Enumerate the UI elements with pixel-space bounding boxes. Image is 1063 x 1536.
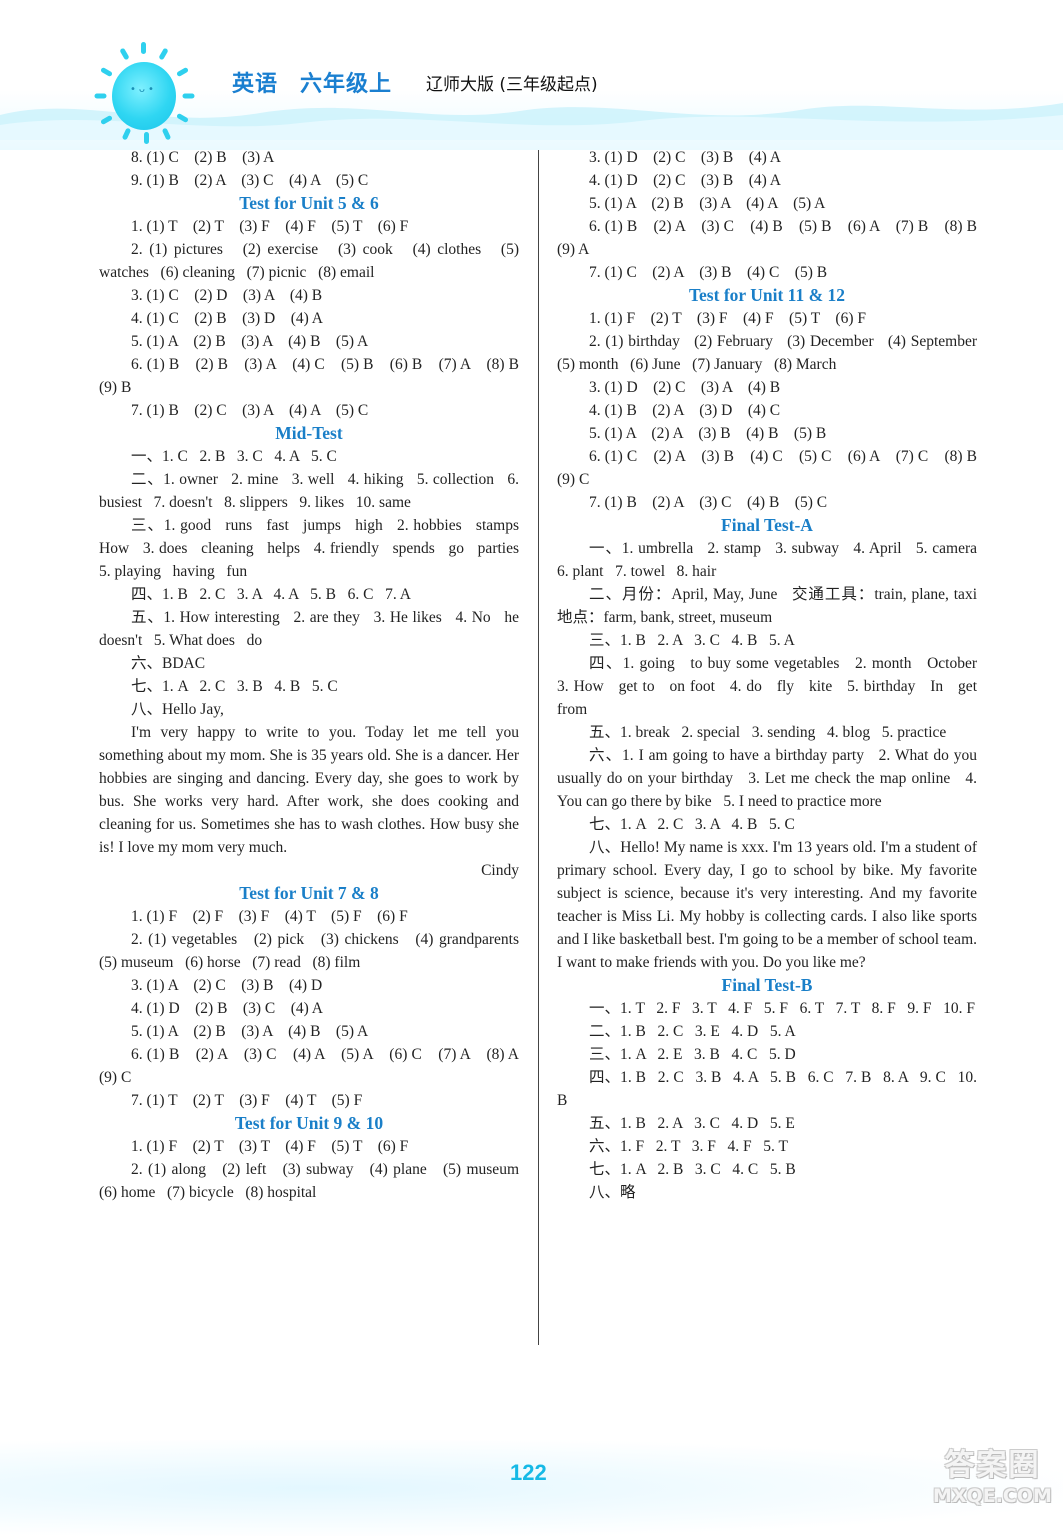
- answer-line: 7. (1) B (2) A (3) C (4) B (5) C: [589, 494, 828, 511]
- answer-line: 七、1. A 2. C 3. A 4. B 5. C: [589, 816, 795, 833]
- answer-line: 1. (1) F (2) T (3) T (4) F (5) T (6) F: [131, 1138, 409, 1155]
- answer-line: 六、1. F 2. T 3. F 4. F 5. T: [589, 1138, 788, 1155]
- answer-line: 三、1. good runs fast jumps high 2. hobbie…: [99, 517, 531, 580]
- answer-line: 6. (1) C (2) A (3) B (4) C (5) C (6) A (…: [557, 448, 993, 488]
- answer-line: 7. (1) B (2) C (3) A (4) A (5) C: [131, 402, 369, 419]
- answer-line: 1. (1) F (2) T (3) F (4) F (5) T (6) F: [589, 310, 866, 327]
- sun-face: •ᴗ•: [130, 84, 157, 95]
- answer-line: 3. (1) D (2) C (3) A (4) B: [589, 379, 781, 396]
- answer-line: 七、1. A 2. B 3. C 4. C 5. B: [589, 1161, 796, 1178]
- answer-line: 8. (1) C (2) B (3) A: [131, 149, 275, 166]
- answer-line: 4. (1) C (2) B (3) D (4) A: [131, 310, 324, 327]
- answer-line: 5. (1) A (2) B (3) A (4) B (5) A: [131, 333, 369, 350]
- answer-line: 二、1. B 2. C 3. E 4. D 5. A: [589, 1023, 796, 1040]
- answer-line: 7. (1) T (2) T (3) F (4) T (5) F: [131, 1092, 363, 1109]
- answer-line: 一、1. umbrella 2. stamp 3. subway 4. Apri…: [557, 540, 989, 580]
- answer-line: 6. (1) B (2) A (3) C (4) A (5) A (6) C (…: [99, 1046, 535, 1086]
- answer-line: 四、1. B 2. C 3. A 4. A 5. B 6. C 7. A: [131, 586, 411, 603]
- answer-line: 七、1. A 2. C 3. B 4. B 5. C: [131, 678, 338, 695]
- answer-line: 4. (1) B (2) A (3) D (4) C: [589, 402, 781, 419]
- answer-line: 2. (1) birthday (2) February (3) Decembe…: [557, 333, 989, 373]
- answer-line: 三、1. A 2. E 3. B 4. C 5. D: [589, 1046, 796, 1063]
- answer-line: 3. (1) A (2) C (3) B (4) D: [131, 977, 323, 994]
- answer-line: 1. (1) T (2) T (3) F (4) F (5) T (6) F: [131, 218, 409, 235]
- answer-line: 2. (1) pictures (2) exercise (3) cook (4…: [99, 241, 523, 281]
- watermark-en: MXQE.COM: [933, 1485, 1052, 1507]
- answer-line: 六、1. I am going to have a birthday party…: [557, 747, 981, 810]
- page-number: 122: [510, 1460, 547, 1485]
- answer-line: 二、月份：April, May, June 交通工具：train, plane,…: [557, 586, 989, 626]
- answer-line: 2. (1) along (2) left (3) subway (4) pla…: [99, 1161, 531, 1201]
- section-title: Mid-Test: [275, 423, 343, 443]
- watermark-cn: 答案圈: [944, 1448, 1041, 1483]
- answer-line: 五、1. How interesting 2. are they 3. He l…: [99, 609, 523, 649]
- answer-line: 八、略: [589, 1184, 636, 1201]
- right-column: 3. (1) D (2) C (3) B (4) A 4. (1) D (2) C…: [557, 146, 977, 1204]
- answer-line: 四、1. B 2. C 3. B 4. A 5. B 6. C 7. B 8. …: [557, 1069, 981, 1109]
- answer-line: 二、1. owner 2. mine 3. well 4. hiking 5. …: [99, 471, 523, 511]
- section-title: Final Test-A: [721, 515, 813, 535]
- section-title: Test for Unit 7 & 8: [239, 883, 379, 903]
- answer-line: 5. (1) A (2) B (3) A (4) B (5) A: [131, 1023, 369, 1040]
- answer-line: I'm very happy to write to you. Today le…: [99, 724, 523, 856]
- answer-line: 八、Hello Jay,: [131, 701, 224, 718]
- book-title: 英语 六年级上: [232, 66, 392, 98]
- footer-band: [0, 1440, 1063, 1536]
- answer-line: 4. (1) D (2) C (3) B (4) A: [589, 172, 782, 189]
- answer-line: 三、1. B 2. A 3. C 4. B 5. A: [589, 632, 795, 649]
- answer-line: 3. (1) D (2) C (3) B (4) A: [589, 149, 782, 166]
- watermark-logo: 答案圈 MXQE.COM: [930, 1448, 1055, 1508]
- column-divider: [538, 150, 539, 1345]
- answer-line: 5. (1) A (2) B (3) A (4) A (5) A: [589, 195, 826, 212]
- section-title: Test for Unit 9 & 10: [234, 1113, 384, 1133]
- answer-line: 四、1. going to buy some vegetables 2. mon…: [557, 655, 989, 718]
- page-header: •ᴗ• 英语 六年级上 辽师大版 (三年级起点): [0, 0, 1063, 150]
- letter-signature: Cindy: [481, 862, 519, 879]
- answer-line: 六、BDAC: [131, 655, 206, 672]
- section-title: Final Test-B: [721, 975, 813, 995]
- answer-line: 6. (1) B (2) B (3) A (4) C (5) B (6) B (…: [99, 356, 535, 396]
- section-title: Test for Unit 11 & 12: [688, 285, 846, 305]
- answer-line: 一、1. C 2. B 3. C 4. A 5. C: [131, 448, 337, 465]
- answer-line: 9. (1) B (2) A (3) C (4) A (5) C: [131, 172, 369, 189]
- answer-line: 八、Hello! My name is xxx. I'm 13 years ol…: [557, 839, 981, 971]
- answer-line: 一、1. T 2. F 3. T 4. F 5. F 6. T 7. T 8. …: [589, 1000, 976, 1017]
- left-column: 8. (1) C (2) B (3) A 9. (1) B (2) A (3) C…: [99, 146, 519, 1204]
- answer-line: 5. (1) A (2) A (3) B (4) B (5) B: [589, 425, 827, 442]
- grade-label: 六年级上: [300, 72, 393, 97]
- answer-line: 1. (1) F (2) F (3) F (4) T (5) F (6) F: [131, 908, 408, 925]
- answer-line: 五、1. B 2. A 3. C 4. D 5. E: [589, 1115, 795, 1132]
- edition-label: 辽师大版 (三年级起点): [426, 75, 598, 95]
- answer-line: 7. (1) C (2) A (3) B (4) C (5) B: [589, 264, 828, 281]
- answer-line: 6. (1) B (2) A (3) C (4) B (5) B (6) A (…: [557, 218, 993, 258]
- section-title: Test for Unit 5 & 6: [239, 193, 379, 213]
- answer-line: 4. (1) D (2) B (3) C (4) A: [131, 1000, 324, 1017]
- answer-line: 3. (1) C (2) D (3) A (4) B: [131, 287, 323, 304]
- answer-line: 五、1. break 2. special 3. sending 4. blog…: [589, 724, 947, 741]
- answer-line: 2. (1) vegetables (2) pick (3) chickens …: [99, 931, 531, 971]
- subject-label: 英语: [232, 72, 279, 97]
